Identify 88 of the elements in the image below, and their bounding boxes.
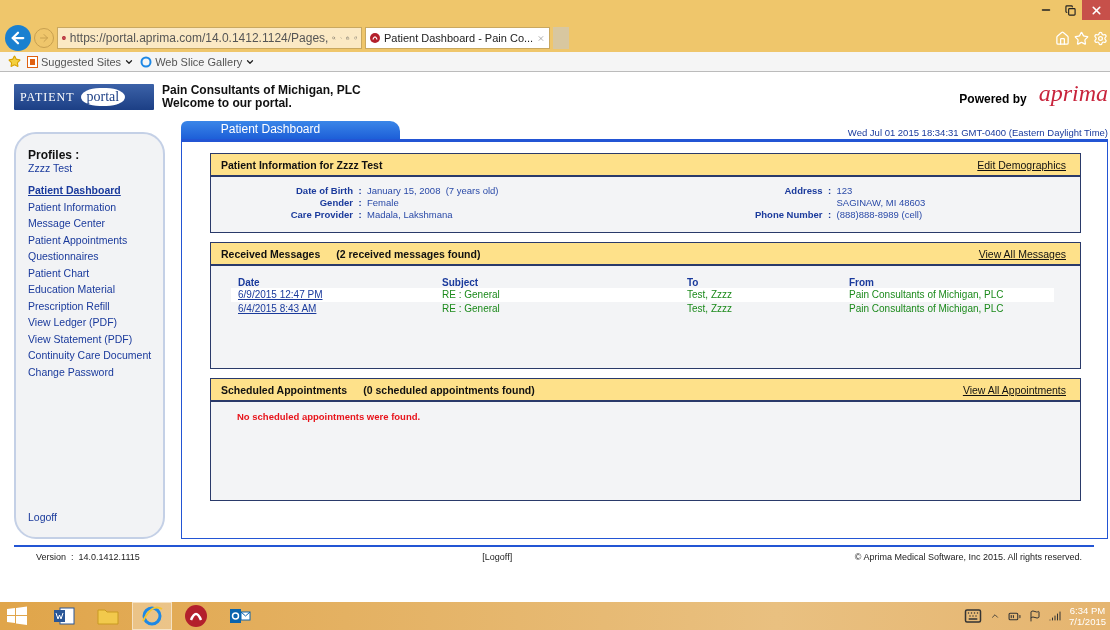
field-separator: : — [357, 197, 363, 209]
field-label: Gender — [318, 197, 353, 209]
table-cell: Pain Consultants of Michigan, PLC — [842, 288, 1054, 302]
address-bar[interactable]: https://portal.aprima.com/14.0.1412.1124/Pages, — [57, 27, 362, 49]
field-value: January 15, 2008 (7 years old) — [367, 185, 499, 197]
date-link[interactable]: 6/4/2015 8:43 AM — [231, 302, 435, 316]
field-label: Date of Birth — [295, 185, 353, 197]
settings-icon[interactable] — [1093, 30, 1108, 46]
panel-title: Scheduled Appointments — [221, 383, 348, 396]
panel-title: Received Messages — [221, 247, 321, 260]
favorites-item[interactable]: Web Slice Gallery — [140, 55, 256, 68]
table-cell-text: RE : General — [441, 302, 501, 316]
view-all-messages-link[interactable]: View All Messages — [978, 247, 1066, 260]
logoff-link[interactable]: Logoff — [28, 511, 151, 523]
column-header: To — [686, 276, 700, 288]
app-icon — [184, 604, 208, 628]
field-separator: : — [826, 185, 833, 198]
organization-name: Pain Consultants of Michigan, PLC — [162, 84, 361, 97]
star-icon[interactable] — [8, 55, 21, 68]
powered-by-text: Powered by — [959, 92, 1027, 106]
url-text: https://portal.aprima.com/14.0.1412.1124/Pages, — [69, 31, 329, 45]
edit-demographics-link[interactable]: Edit Demographics — [977, 158, 1066, 171]
welcome-text: Welcome to our portal. — [162, 97, 292, 110]
field-separator: : — [357, 185, 363, 197]
nav-link[interactable]: View Statement (PDF) — [28, 332, 151, 345]
version-text: Version : 14.0.1412.1115 — [36, 552, 140, 562]
close-button[interactable] — [1082, 0, 1110, 20]
timestamp: Wed Jul 01 2015 18:34:31 GMT-0400 (Eastern Daylight Time) — [847, 127, 1108, 139]
profiles-label: Profiles : — [28, 148, 81, 162]
keyboard-icon[interactable] — [964, 607, 982, 625]
view-all-appointments-link[interactable]: View All Appointments — [962, 383, 1066, 396]
field-value: Madala, Lakshmana — [367, 209, 454, 221]
field-separator: : — [357, 209, 363, 221]
signal-icon[interactable] — [1049, 610, 1061, 622]
column-header: From — [848, 276, 875, 288]
nav-link[interactable]: Education Material — [28, 283, 151, 296]
field-label: Address — [783, 185, 823, 198]
column-header: Subject — [441, 276, 480, 288]
field-label: Phone Number — [753, 209, 823, 221]
document-icon — [52, 606, 76, 626]
globe-icon — [140, 605, 164, 627]
page-icon — [27, 55, 38, 68]
nav-link[interactable]: View Ledger (PDF) — [28, 316, 151, 329]
arrow-right-icon — [38, 32, 50, 44]
field-value: Female — [367, 197, 400, 209]
message-count: (2 received messages found) — [336, 247, 481, 260]
portal-logo: PATIENT portal — [14, 84, 154, 110]
nav-link[interactable]: Patient Chart — [28, 266, 151, 279]
empty-message: No scheduled appointments were found. — [237, 411, 422, 422]
mail-icon — [228, 606, 252, 626]
column-header: Date — [237, 276, 261, 288]
brand-logo: aprima — [1038, 80, 1108, 107]
field-label: Care Provider — [289, 209, 353, 221]
field-value: SAGINAW, MI 48603 — [836, 197, 926, 209]
table-cell: Test, Zzzz — [680, 288, 842, 302]
nav-link[interactable]: Patient Dashboard — [28, 184, 151, 197]
nav-link[interactable]: Change Password — [28, 365, 151, 378]
table-cell-text: Pain Consultants of Michigan, PLC — [848, 302, 1005, 316]
favorites-item[interactable]: Suggested Sites — [27, 55, 135, 68]
close-icon — [1089, 3, 1103, 17]
field-separator: : — [826, 209, 833, 221]
copyright-text: © Aprima Medical Software, Inc 2015. All rights reserved. — [854, 552, 1082, 562]
back-button[interactable] — [5, 25, 31, 51]
nav-link[interactable]: Questionnaires — [28, 250, 151, 263]
restore-icon[interactable] — [1064, 4, 1076, 16]
nav-link[interactable]: Message Center — [28, 217, 151, 230]
flag-icon[interactable] — [1029, 610, 1041, 622]
caret-icon[interactable] — [990, 611, 1000, 621]
nav-link[interactable]: Patient Appointments — [28, 233, 151, 246]
table-cell: RE : General — [435, 288, 680, 302]
start-icon[interactable] — [6, 606, 28, 626]
field-value: 123 — [836, 185, 854, 197]
field-value: (888)888-8989 (cell) — [836, 209, 924, 221]
appointment-count: (0 scheduled appointments found) — [363, 383, 535, 396]
site-icon — [370, 31, 380, 45]
browser-tab[interactable]: Patient Dashboard - Pain Co... — [365, 27, 550, 49]
dashboard-tab[interactable]: Patient Dashboard — [181, 121, 400, 139]
nav-link[interactable]: Patient Information — [28, 200, 151, 213]
folder-icon — [96, 606, 120, 626]
profile-name: Zzzz Test — [28, 162, 74, 174]
panel-title: Patient Information for Zzzz Test — [221, 158, 383, 171]
home-icon[interactable] — [1055, 30, 1070, 46]
table-cell-text: Test, Zzzz — [686, 302, 733, 316]
globe-icon — [140, 55, 153, 68]
nav-link[interactable]: Prescription Refill — [28, 299, 151, 312]
logoff-link[interactable]: [Logoff] — [482, 552, 513, 562]
nav-link[interactable]: Continuity Care Document — [28, 349, 151, 362]
date-link[interactable]: 6/9/2015 12:47 PM — [231, 288, 435, 302]
